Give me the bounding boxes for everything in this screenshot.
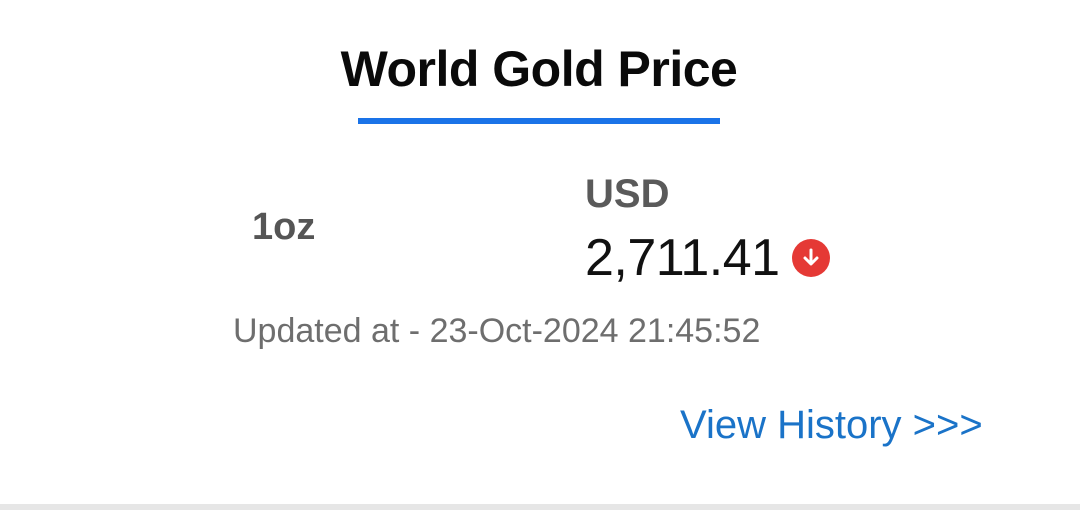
weight-unit-label: 1oz xyxy=(252,206,316,248)
updated-timestamp: Updated at - 23-Oct-2024 21:45:52 xyxy=(233,312,761,350)
price-row: 2,711.41 xyxy=(585,228,830,288)
currency-label: USD xyxy=(585,172,670,216)
price-value: 2,711.41 xyxy=(585,229,780,287)
page-title: World Gold Price xyxy=(340,41,738,97)
title-underline xyxy=(358,118,720,124)
view-history-link[interactable]: View History >>> xyxy=(680,403,983,448)
arrow-down-circle-icon xyxy=(791,239,830,277)
gold-price-card: World Gold Price 1oz USD 2,711.41 Update… xyxy=(0,0,1080,510)
